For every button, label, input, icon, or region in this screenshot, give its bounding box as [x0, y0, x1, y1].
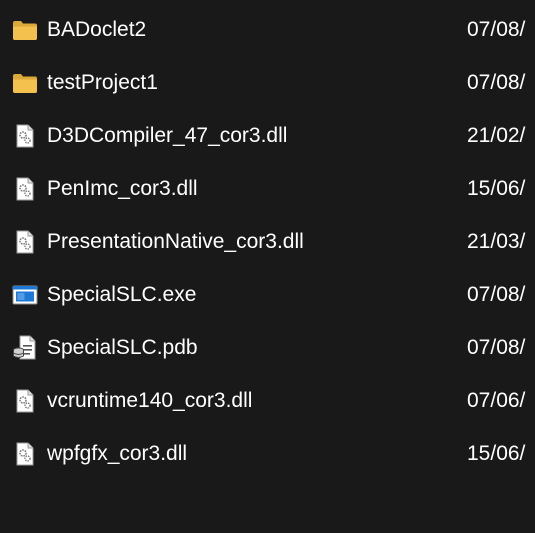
exe-file-icon	[12, 282, 38, 308]
file-date: 07/08/	[467, 283, 526, 306]
file-date: 15/06/	[467, 442, 526, 465]
file-date: 15/06/	[467, 177, 526, 200]
folder-icon	[12, 17, 38, 43]
dll-file-icon	[12, 123, 38, 149]
file-name: PresentationNative_cor3.dll	[47, 230, 304, 253]
file-row[interactable]: D3DCompiler_47_cor3.dll 21/02/	[0, 110, 535, 163]
file-row[interactable]: SpecialSLC.exe 07/08/	[0, 269, 535, 322]
file-name: wpfgfx_cor3.dll	[47, 442, 188, 465]
file-list: BADoclet2 07/08/ testProject1 07/08/ D3D…	[0, 4, 535, 481]
dll-file-icon	[12, 441, 38, 467]
file-date: 07/08/	[467, 336, 526, 359]
file-name: vcruntime140_cor3.dll	[47, 389, 253, 412]
file-row[interactable]: SpecialSLC.pdb 07/08/	[0, 322, 535, 375]
file-name: SpecialSLC.exe	[47, 283, 197, 306]
file-name: SpecialSLC.pdb	[47, 336, 198, 359]
file-row[interactable]: BADoclet2 07/08/	[0, 4, 535, 57]
file-row[interactable]: vcruntime140_cor3.dll 07/06/	[0, 375, 535, 428]
dll-file-icon	[12, 176, 38, 202]
file-date: 07/06/	[467, 389, 526, 412]
file-row[interactable]: wpfgfx_cor3.dll 15/06/	[0, 428, 535, 481]
file-name: testProject1	[47, 71, 158, 94]
file-name: D3DCompiler_47_cor3.dll	[47, 124, 288, 147]
file-date: 21/02/	[467, 124, 526, 147]
file-row[interactable]: PenImc_cor3.dll 15/06/	[0, 163, 535, 216]
file-date: 07/08/	[467, 71, 526, 94]
file-date: 21/03/	[467, 230, 526, 253]
pdb-file-icon	[12, 335, 38, 361]
folder-icon	[12, 70, 38, 96]
file-row[interactable]: PresentationNative_cor3.dll 21/03/	[0, 216, 535, 269]
file-name: PenImc_cor3.dll	[47, 177, 198, 200]
file-date: 07/08/	[467, 18, 526, 41]
file-name: BADoclet2	[47, 18, 147, 41]
dll-file-icon	[12, 229, 38, 255]
file-row[interactable]: testProject1 07/08/	[0, 57, 535, 110]
dll-file-icon	[12, 388, 38, 414]
